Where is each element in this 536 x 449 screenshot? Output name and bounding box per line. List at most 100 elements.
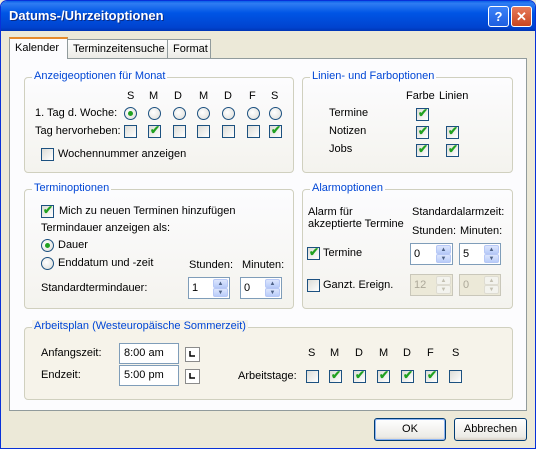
first-day-radio[interactable] bbox=[269, 107, 282, 120]
spin-up-icon: ▲ bbox=[436, 276, 451, 285]
day-header: D bbox=[174, 90, 182, 102]
help-button[interactable]: ? bbox=[488, 6, 509, 27]
workday-checkbox[interactable]: ✔ bbox=[425, 368, 438, 383]
highlight-day-checkbox[interactable] bbox=[247, 125, 260, 138]
first-day-radio[interactable] bbox=[247, 107, 260, 120]
check-icon: ✔ bbox=[418, 106, 429, 120]
first-day-label: 1. Tag d. Woche: bbox=[35, 107, 118, 119]
minutes-label: Minuten: bbox=[242, 259, 285, 271]
alarm-appointments-checkbox[interactable]: ✔ bbox=[307, 245, 320, 260]
workday-header: D bbox=[355, 347, 363, 359]
start-time-input[interactable]: 8:00 am bbox=[119, 343, 179, 364]
workday-checkbox[interactable]: ✔ bbox=[377, 368, 390, 383]
default-duration-label: Standardtermindauer: bbox=[41, 282, 148, 294]
spin-up-icon[interactable]: ▲ bbox=[265, 279, 280, 288]
jobs-color-checkbox[interactable]: ✔ bbox=[416, 142, 429, 157]
week-numbers-label[interactable]: Wochennummer anzeigen bbox=[58, 148, 186, 160]
end-date-radio[interactable] bbox=[41, 257, 54, 270]
cancel-button[interactable]: Abbrechen bbox=[454, 418, 527, 441]
tab-terminzeitensuche[interactable]: Terminzeitensuche bbox=[67, 39, 168, 58]
workday-checkbox[interactable]: ✔ bbox=[401, 368, 414, 383]
work-schedule-legend: Arbeitsplan (Westeuropäische Sommerzeit) bbox=[32, 320, 248, 332]
close-button[interactable]: ✕ bbox=[511, 6, 532, 27]
check-icon: ✔ bbox=[355, 368, 366, 382]
alarm-options-legend: Alarmoptionen bbox=[310, 182, 385, 194]
end-time-label: Endzeit: bbox=[41, 369, 81, 381]
color-row-label: Notizen bbox=[329, 125, 367, 137]
spin-down-icon[interactable]: ▼ bbox=[265, 288, 280, 297]
all-day-minutes-value: 0 bbox=[463, 279, 470, 291]
check-icon: ✔ bbox=[418, 124, 429, 138]
highlight-day-checkbox[interactable] bbox=[124, 125, 137, 138]
week-numbers-checkbox[interactable] bbox=[41, 148, 54, 161]
first-day-radio[interactable] bbox=[222, 107, 235, 120]
day-header: F bbox=[249, 90, 256, 102]
spin-down-icon: ▼ bbox=[436, 285, 451, 294]
day-header: M bbox=[149, 90, 159, 102]
day-header: M bbox=[199, 90, 209, 102]
highlight-day-checkbox[interactable] bbox=[173, 125, 186, 138]
spin-up-icon[interactable]: ▲ bbox=[213, 279, 228, 288]
alarm-minutes-label: Minuten: bbox=[460, 225, 503, 237]
hours-label: Stunden: bbox=[189, 259, 234, 271]
end-date-radio-label[interactable]: Enddatum und -zeit bbox=[58, 257, 153, 269]
clock-icon[interactable] bbox=[185, 347, 200, 362]
notizen-lines-checkbox[interactable]: ✔ bbox=[446, 124, 459, 139]
jobs-lines-checkbox[interactable]: ✔ bbox=[446, 142, 459, 157]
highlight-day-checkbox[interactable] bbox=[197, 125, 210, 138]
end-time-input[interactable]: 5:00 pm bbox=[119, 365, 179, 386]
spin-down-icon[interactable]: ▼ bbox=[213, 288, 228, 297]
duration-minutes-spinner[interactable]: 0 ▲ ▼ bbox=[240, 277, 282, 299]
highlight-day-checkbox[interactable]: ✔ bbox=[148, 123, 161, 138]
spin-up-icon[interactable]: ▲ bbox=[484, 245, 499, 254]
highlight-day-checkbox[interactable]: ✔ bbox=[269, 123, 282, 138]
check-icon: ✔ bbox=[271, 123, 282, 137]
tab-format[interactable]: Format bbox=[167, 39, 211, 58]
first-day-radio[interactable] bbox=[148, 107, 161, 120]
workday-checkbox[interactable]: ✔ bbox=[353, 368, 366, 383]
day-header: S bbox=[271, 90, 279, 102]
spin-down-icon[interactable]: ▼ bbox=[436, 254, 451, 263]
alarm-minutes-spinner[interactable]: 5 ▲ ▼ bbox=[459, 243, 501, 265]
all-day-hours-value: 12 bbox=[414, 279, 427, 291]
duration-hours-value: 1 bbox=[192, 282, 199, 294]
duration-radio-label[interactable]: Dauer bbox=[58, 239, 88, 251]
alarm-hours-value: 0 bbox=[414, 248, 421, 260]
workday-checkbox[interactable] bbox=[306, 370, 319, 383]
spin-down-icon[interactable]: ▼ bbox=[484, 254, 499, 263]
day-header: S bbox=[127, 90, 135, 102]
workday-checkbox[interactable]: ✔ bbox=[329, 368, 342, 383]
color-row-label: Termine bbox=[329, 107, 369, 119]
alarm-hours-label: Stunden: bbox=[412, 225, 457, 237]
workday-checkbox[interactable] bbox=[449, 370, 462, 383]
workday-header: S bbox=[452, 347, 460, 359]
first-day-radio[interactable] bbox=[124, 107, 137, 120]
workdays-label: Arbeitstage: bbox=[238, 370, 297, 382]
first-day-radio[interactable] bbox=[197, 107, 210, 120]
termine-color-checkbox[interactable]: ✔ bbox=[416, 106, 429, 121]
duration-radio[interactable] bbox=[41, 239, 54, 252]
all-day-alarm-checkbox[interactable] bbox=[307, 279, 320, 292]
check-icon: ✔ bbox=[427, 368, 438, 382]
tab-kalender[interactable]: Kalender bbox=[9, 37, 68, 59]
appointment-options-legend: Terminoptionen bbox=[32, 182, 112, 194]
title-bar[interactable]: Datums-/Uhrzeitoptionen ? ✕ bbox=[1, 1, 535, 31]
all-day-alarm-label[interactable]: Ganzt. Ereign. bbox=[323, 279, 393, 291]
duration-hours-spinner[interactable]: 1 ▲ ▼ bbox=[188, 277, 230, 299]
highlight-day-checkbox[interactable] bbox=[222, 125, 235, 138]
notizen-color-checkbox[interactable]: ✔ bbox=[416, 124, 429, 139]
ok-button[interactable]: OK bbox=[374, 418, 446, 441]
month-options-legend: Anzeigeoptionen für Monat bbox=[32, 70, 168, 82]
add-me-label[interactable]: Mich zu neuen Terminen hinzufügen bbox=[59, 205, 236, 217]
add-me-checkbox[interactable]: ✔ bbox=[41, 203, 54, 218]
first-day-radio[interactable] bbox=[173, 107, 186, 120]
dialog-window: Datums-/Uhrzeitoptionen ? ✕ Kalender Ter… bbox=[0, 0, 536, 449]
alarm-hours-spinner[interactable]: 0 ▲ ▼ bbox=[410, 243, 453, 265]
spin-up-icon[interactable]: ▲ bbox=[436, 245, 451, 254]
lines-column-header: Linien bbox=[439, 90, 469, 102]
alarm-appointments-label[interactable]: Termine bbox=[323, 247, 362, 259]
check-icon: ✔ bbox=[448, 124, 459, 138]
clock-icon[interactable] bbox=[185, 369, 200, 384]
check-icon: ✔ bbox=[309, 245, 320, 259]
spin-down-icon: ▼ bbox=[484, 285, 499, 294]
